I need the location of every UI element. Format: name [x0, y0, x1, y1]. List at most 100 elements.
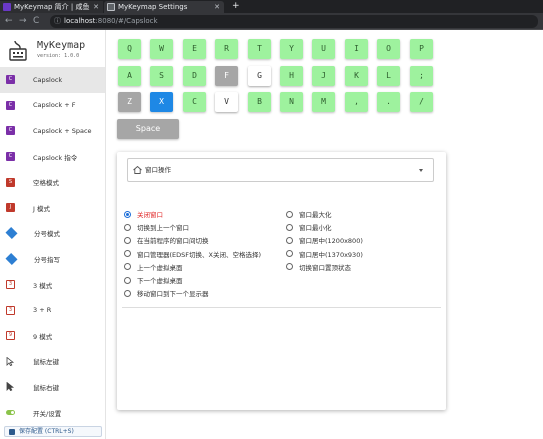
- key[interactable]: S: [150, 66, 173, 86]
- sidebar-item[interactable]: 3 3 模式: [0, 272, 105, 298]
- radio-label: 关闭窗口: [137, 211, 163, 219]
- key[interactable]: L: [377, 66, 400, 86]
- key[interactable]: Z: [118, 92, 141, 112]
- sidebar-item[interactable]: 分号指写: [0, 246, 105, 272]
- radio-label: 窗口最小化: [299, 224, 332, 233]
- radio-label: 切换窗口置顶状态: [299, 263, 351, 272]
- reload-icon[interactable]: C: [33, 15, 39, 27]
- key[interactable]: D: [183, 66, 206, 86]
- radio-circle-icon: [124, 289, 131, 297]
- sidebar-item[interactable]: 鼠标左键: [0, 349, 105, 375]
- key[interactable]: I: [345, 39, 368, 59]
- key[interactable]: M: [312, 92, 335, 112]
- sidebar-item[interactable]: C Capslock 指令: [0, 144, 105, 170]
- category-select[interactable]: 窗口操作: [127, 158, 434, 182]
- sidebar-item-label: J 模式: [33, 204, 50, 213]
- digit-3-icon: 3: [6, 280, 15, 290]
- sidebar-item[interactable]: 9 9 模式: [0, 323, 105, 349]
- tab-title: MyKeymap Settings: [118, 3, 188, 11]
- address-bar: ← → C ⓘ localhost:8080/#/Capslock: [0, 13, 543, 30]
- sidebar-item-label: Capslock + Space: [33, 126, 92, 135]
- radio-label: 下一个虚拟桌面: [137, 277, 183, 285]
- sidebar-item-label: 分号模式: [34, 230, 60, 239]
- action-radio[interactable]: 上一个虚拟桌面: [124, 262, 183, 272]
- action-radio[interactable]: 窗口居中(1200x800): [286, 235, 363, 245]
- sidebar-item[interactable]: 开关/设置: [0, 400, 105, 426]
- key[interactable]: C: [183, 92, 206, 112]
- radio-label: 窗口最大化: [299, 211, 332, 219]
- key[interactable]: V: [215, 92, 238, 112]
- url-input[interactable]: ⓘ localhost:8080/#/Capslock: [50, 15, 538, 28]
- key[interactable]: F: [215, 66, 238, 86]
- new-tab-button[interactable]: +: [232, 0, 240, 13]
- radio-circle-icon: [286, 250, 293, 258]
- action-radio[interactable]: 窗口管理器(EDSF切换、X关闭、空格选择): [124, 249, 261, 259]
- site-favicon-icon: [3, 3, 11, 11]
- browser-tab-settings[interactable]: MyKeymap Settings ✕: [104, 1, 224, 13]
- sidebar-item[interactable]: C Capslock: [0, 67, 105, 93]
- radio-label: 在当前程序的窗口间切换: [137, 237, 209, 246]
- app-version: version: 1.0.0: [37, 53, 80, 59]
- radio-circle-icon: [286, 263, 293, 271]
- key[interactable]: ,: [345, 92, 368, 112]
- key[interactable]: Y: [280, 39, 303, 59]
- radio-label: 窗口居中(1370x930): [299, 250, 363, 259]
- sidebar-item[interactable]: J J 模式: [0, 195, 105, 221]
- radio-circle-icon: [124, 276, 131, 284]
- key[interactable]: B: [248, 92, 271, 112]
- sidebar-item[interactable]: 3 3 + R: [0, 297, 105, 323]
- radio-circle-icon: [124, 223, 131, 231]
- key[interactable]: P: [410, 39, 433, 59]
- sidebar-item-label: 3 模式: [33, 281, 53, 290]
- action-radio[interactable]: 在当前程序的窗口间切换: [124, 235, 209, 245]
- sidebar-item[interactable]: 分号模式: [0, 221, 105, 247]
- key[interactable]: N: [280, 92, 303, 112]
- tab-close-icon[interactable]: ✕: [93, 1, 99, 13]
- tab-title: MyKeymap 简介 | 咸鱼: [14, 3, 90, 11]
- space-key[interactable]: Space: [117, 119, 179, 139]
- radio-circle-icon: [124, 250, 131, 258]
- key[interactable]: .: [377, 92, 400, 112]
- action-radio[interactable]: 关闭窗口: [124, 209, 163, 219]
- key[interactable]: ;: [410, 66, 433, 86]
- key[interactable]: E: [183, 39, 206, 59]
- sidebar-item[interactable]: C Capslock + F: [0, 93, 105, 119]
- diamond-icon: [5, 227, 18, 240]
- radio-circle-icon: [286, 223, 293, 231]
- action-radio[interactable]: 切换到上一个窗口: [124, 222, 189, 232]
- key[interactable]: O: [377, 39, 400, 59]
- action-radio[interactable]: 窗口最大化: [286, 209, 332, 219]
- sidebar-item[interactable]: S 空格模式: [0, 169, 105, 195]
- site-info-icon[interactable]: ⓘ: [54, 15, 61, 28]
- capslock-icon: C: [6, 152, 15, 162]
- key[interactable]: K: [345, 66, 368, 86]
- key[interactable]: R: [215, 39, 238, 59]
- key[interactable]: X: [150, 92, 173, 112]
- sidebar-item-label: 3 + R: [33, 306, 52, 315]
- key[interactable]: W: [150, 39, 173, 59]
- sidebar-item[interactable]: 鼠标右键: [0, 374, 105, 400]
- tab-close-icon[interactable]: ✕: [214, 1, 220, 13]
- key[interactable]: Q: [118, 39, 141, 59]
- url-host: localhost: [64, 17, 96, 25]
- save-config-button[interactable]: 保存配置 (CTRL+S): [4, 426, 102, 437]
- action-radio[interactable]: 窗口居中(1370x930): [286, 249, 363, 259]
- key[interactable]: T: [248, 39, 271, 59]
- browser-tab-intro[interactable]: MyKeymap 简介 | 咸鱼 ✕: [0, 1, 103, 13]
- key[interactable]: J: [312, 66, 335, 86]
- key[interactable]: /: [410, 92, 433, 112]
- sidebar-item-label: Capslock + F: [33, 101, 76, 110]
- action-radio[interactable]: 窗口最小化: [286, 222, 332, 232]
- action-radio[interactable]: 切换窗口置顶状态: [286, 262, 351, 272]
- cursor-filled-icon: [6, 382, 15, 392]
- key[interactable]: A: [118, 66, 141, 86]
- key[interactable]: U: [312, 39, 335, 59]
- key[interactable]: G: [248, 66, 271, 86]
- key[interactable]: H: [280, 66, 303, 86]
- sidebar-item[interactable]: C Capslock + Space: [0, 118, 105, 144]
- forward-arrow-icon[interactable]: →: [19, 15, 27, 27]
- action-radio[interactable]: 移动窗口到下一个显示器: [124, 288, 209, 298]
- action-radio[interactable]: 下一个虚拟桌面: [124, 275, 183, 285]
- toggle-icon: [6, 410, 15, 416]
- back-arrow-icon[interactable]: ←: [5, 15, 13, 27]
